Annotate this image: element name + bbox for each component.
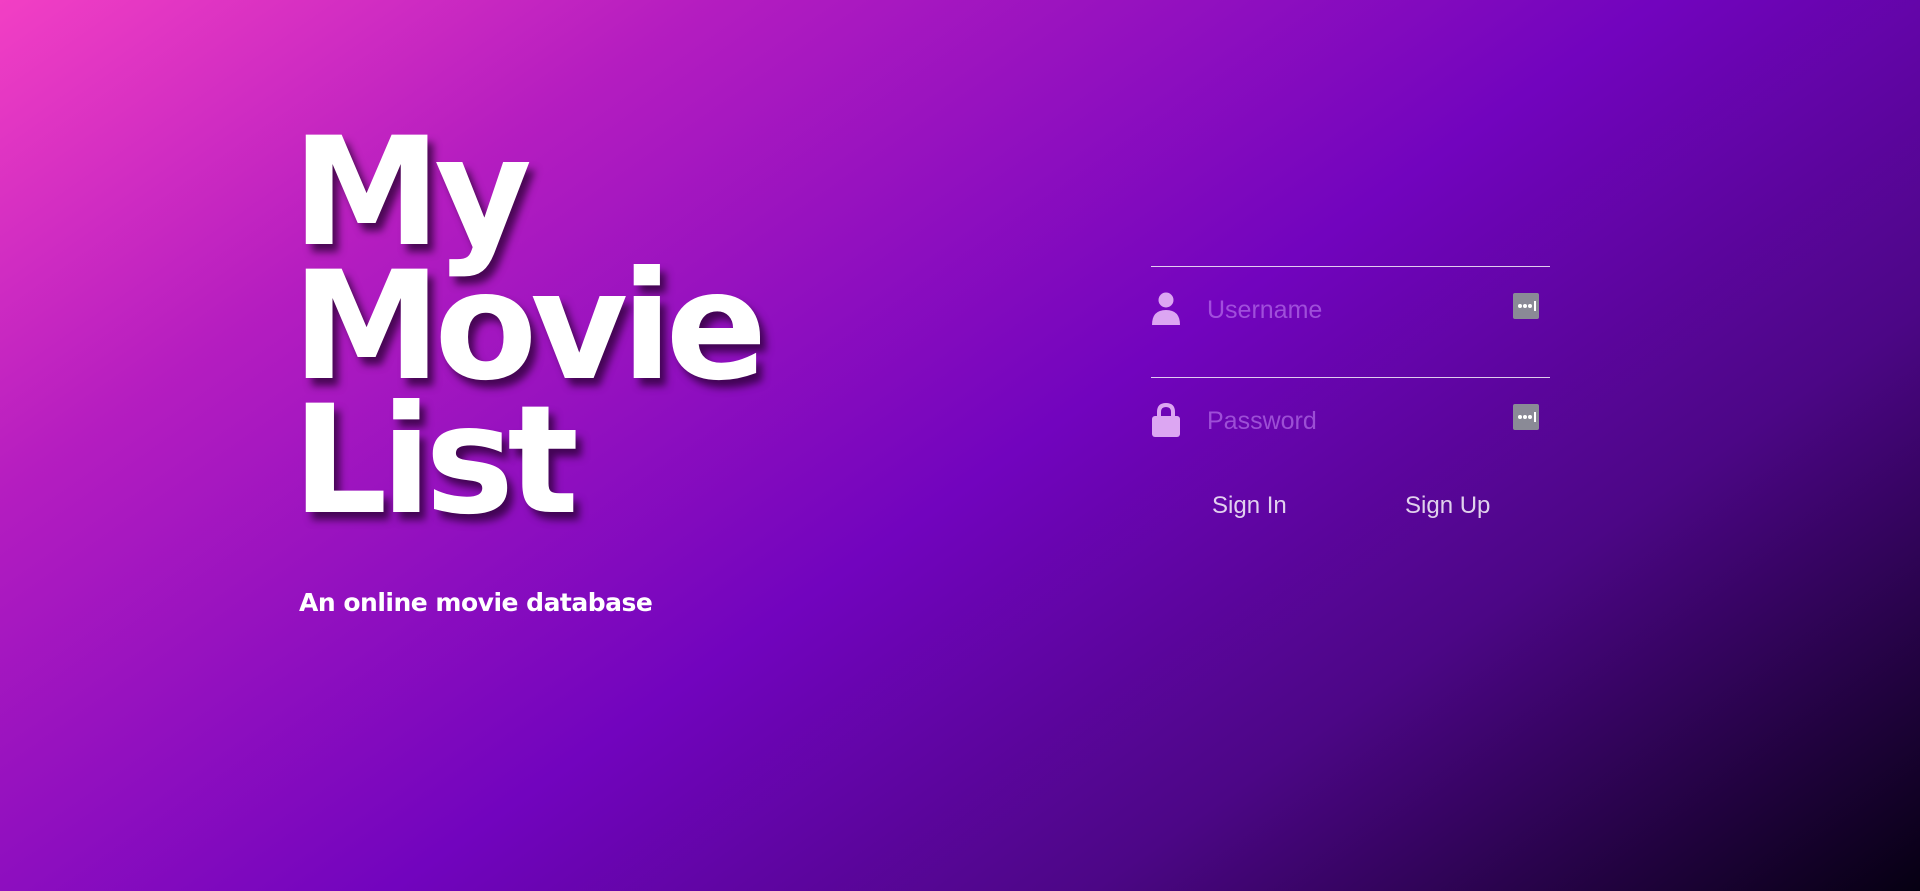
password-input[interactable] xyxy=(1207,404,1507,438)
auth-buttons: Sign In Sign Up xyxy=(1151,488,1550,548)
password-field xyxy=(1151,377,1550,488)
password-manager-key-icon[interactable] xyxy=(1513,293,1539,319)
username-input[interactable] xyxy=(1207,293,1507,327)
sign-in-button[interactable]: Sign In xyxy=(1204,488,1295,524)
title-line-list: List xyxy=(292,374,579,548)
sign-up-button[interactable]: Sign Up xyxy=(1397,488,1498,524)
lock-icon xyxy=(1151,402,1181,438)
login-form: Sign In Sign Up xyxy=(1151,266,1550,548)
brand-title: My Movie List xyxy=(292,118,767,548)
username-field xyxy=(1151,266,1550,377)
password-manager-key-icon[interactable] xyxy=(1513,404,1539,430)
user-icon xyxy=(1151,291,1181,327)
tagline: An online movie database xyxy=(299,588,653,617)
